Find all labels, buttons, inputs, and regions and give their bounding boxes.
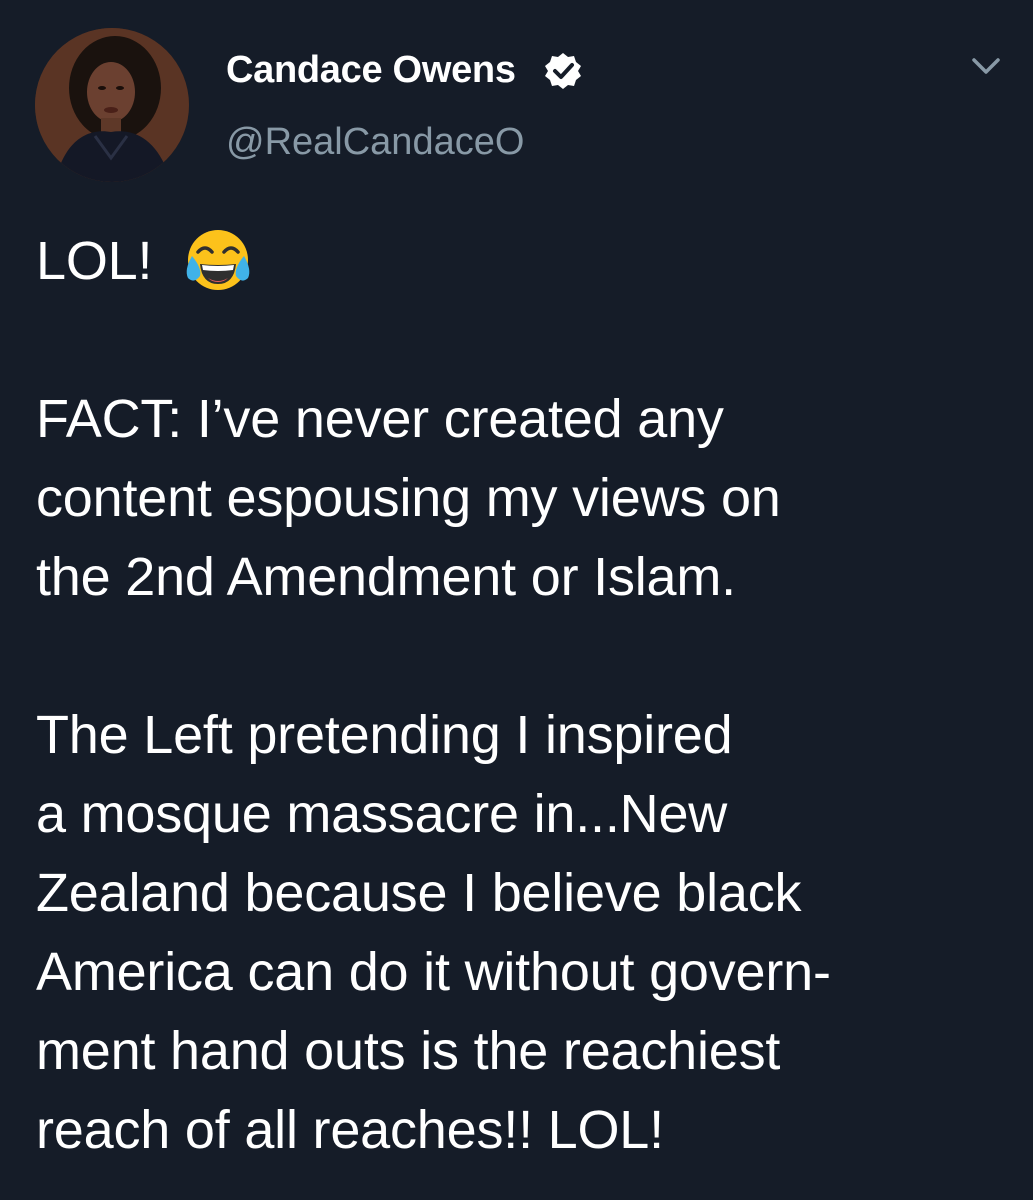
tweet-line: LOL!	[36, 222, 1006, 301]
tweet-card: Candace Owens @RealCandaceO LOL! FACT: I…	[0, 0, 1033, 1200]
user-handle[interactable]: @RealCandaceO	[226, 118, 524, 166]
verified-badge-icon	[545, 53, 581, 89]
tweet-line: America can do it without govern-	[36, 942, 831, 1002]
tweet-line: the 2nd Amendment or Islam.	[36, 547, 736, 607]
tweet-line: content espousing my views on	[36, 468, 781, 528]
tweet-line-text: LOL!	[36, 231, 153, 291]
tweet-line: ment hand outs is the reachiest	[36, 1021, 781, 1081]
tweet-text: LOL! FACT: I’ve never created any conten…	[36, 222, 1006, 1170]
tweet-line: reach of all reaches!! LOL!	[36, 1100, 664, 1160]
tweet-line: a mosque massacre in...New	[36, 784, 728, 844]
avatar[interactable]	[35, 28, 189, 182]
tweet-line: Zealand because I believe black	[36, 863, 802, 923]
tweet-line: The Left pretending I inspired	[36, 705, 733, 765]
face-with-tears-of-joy-icon	[186, 229, 250, 290]
avatar-photo	[35, 28, 189, 182]
chevron-down-icon[interactable]	[966, 52, 1006, 80]
display-name[interactable]: Candace Owens	[226, 46, 516, 94]
tweet-line: FACT: I’ve never created any	[36, 389, 724, 449]
